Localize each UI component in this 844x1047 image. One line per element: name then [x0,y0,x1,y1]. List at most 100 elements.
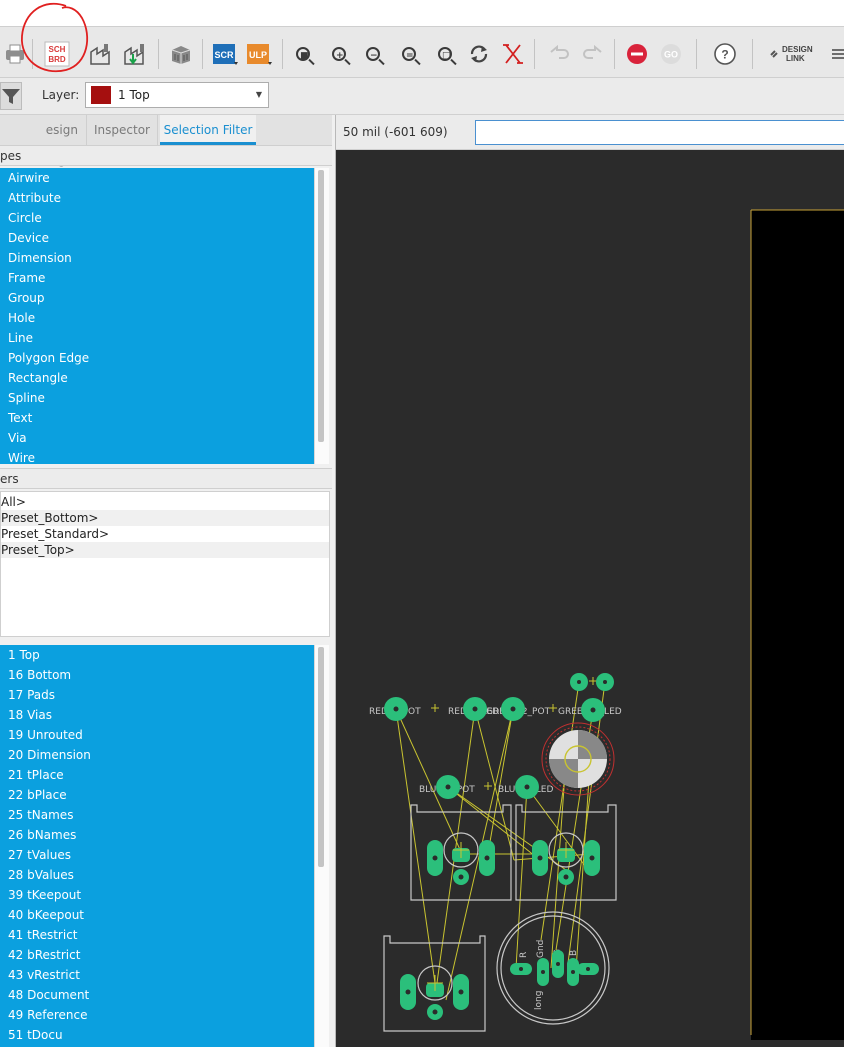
zoom-in-icon[interactable]: + [326,41,352,67]
print-icon[interactable] [2,41,28,67]
layer-toolbar: Layer: 1 Top ▼ [0,78,844,115]
redo-icon[interactable] [580,41,606,67]
layer-item-1-top[interactable]: 1 Top [8,645,40,665]
design-link-icon[interactable]: DESIGN LINK [768,41,820,67]
stop-icon[interactable] [624,41,650,67]
design-label: DESIGN [782,45,813,54]
main-toolbar: SCH BRD SCR ULP ■ + − = □ GO ? DESIGN LI… [0,26,844,78]
command-input[interactable] [475,120,844,145]
script-icon[interactable]: SCR [212,41,238,67]
layer-item-21-tplace[interactable]: 21 tPlace [8,765,64,785]
tab-inspector[interactable]: Inspector [86,115,158,145]
panel-tabs: esign Manager Inspector Selection Filter [0,115,332,167]
layer-item-41-trestrict[interactable]: 41 tRestrict [8,925,78,945]
filter-item-all[interactable]: All> [1,494,329,510]
label-b: B [569,950,579,956]
type-item-group[interactable]: Group [8,288,45,308]
type-item-circle[interactable]: Circle [8,208,42,228]
filter-icon [2,89,20,104]
tab-selection-filter[interactable]: Selection Filter [160,115,256,145]
label-r: R [519,952,529,958]
cam-processor-icon[interactable] [88,41,114,67]
sch-brd-switch-icon[interactable]: SCH BRD [44,41,70,67]
filter-item-preset-standard[interactable]: Preset_Standard> [1,526,329,542]
types-header-label: pes [0,149,22,163]
layer-item-51-tdocu[interactable]: 51 tDocu [8,1025,63,1045]
type-item-dimension[interactable]: Dimension [8,248,72,268]
label-gnd: Gnd [536,940,546,958]
board-canvas[interactable]: RED_2_POT RED_1_LED GREEN_2_POT GREEN_1_… [336,150,844,1047]
zoom-redraw-icon[interactable]: = [396,41,422,67]
types-header[interactable]: pes [0,145,332,166]
help-icon[interactable]: ? [712,41,738,67]
layer-label: Layer: [42,88,80,102]
layer-color-swatch [91,86,111,104]
grid-coordinate-readout: 50 mil (-601 609) [343,125,448,139]
types-scrollbar[interactable] [314,168,329,464]
label-long: long [534,991,544,1010]
layer-item-42-brestrict[interactable]: 42 bRestrict [8,945,80,965]
type-item-wire[interactable]: Wire [8,448,35,464]
chevron-down-icon: ▼ [255,90,262,99]
tab-design-manager[interactable]: esign Manager [0,115,84,167]
type-item-device[interactable]: Device [8,228,49,248]
filter-item-preset-top[interactable]: Preset_Top> [1,542,329,558]
type-item-attribute[interactable]: Attribute [8,188,61,208]
types-list: Airwire Attribute Circle Device Dimensio… [0,168,314,464]
layer-item-20-dimension[interactable]: 20 Dimension [8,745,91,765]
undo-icon[interactable] [546,41,572,67]
layer-select-value: 1 Top [118,88,150,102]
layers-scroll-thumb[interactable] [318,647,324,867]
manufacturing-icon[interactable] [122,41,148,67]
type-item-spline[interactable]: Spline [8,388,45,408]
filters-header[interactable]: ers [0,468,332,489]
layer-select[interactable]: 1 Top ▼ [85,82,269,108]
scr-label: SCR [214,50,234,60]
type-item-hole[interactable]: Hole [8,308,35,328]
layer-item-19-unrouted[interactable]: 19 Unrouted [8,725,83,745]
layer-item-39-tkeepout[interactable]: 39 tKeepout [8,885,81,905]
layer-item-26-bnames[interactable]: 26 bNames [8,825,76,845]
filter-button[interactable] [0,82,22,110]
sch-label: SCH [49,45,66,54]
zoom-fit-icon[interactable]: ■ [290,41,316,67]
layer-item-25-tnames[interactable]: 25 tNames [8,805,73,825]
layer-item-43-vrestrict[interactable]: 43 vRestrict [8,965,80,985]
zoom-out-icon[interactable]: − [360,41,386,67]
board-area [751,210,844,1040]
filters-list: All> Preset_Bottom> Preset_Standard> Pre… [0,491,330,637]
go-icon[interactable]: GO [658,41,684,67]
3d-package-icon[interactable] [168,41,194,67]
rgb-led-footprint [541,722,615,796]
layer-item-17-pads[interactable]: 17 Pads [8,685,55,705]
window-title-strip [0,0,844,26]
filter-item-preset-bottom[interactable]: Preset_Bottom> [1,510,329,526]
refresh-icon[interactable] [466,41,492,67]
layer-item-27-tvalues[interactable]: 27 tValues [8,845,71,865]
type-item-line[interactable]: Line [8,328,33,348]
types-scroll-thumb[interactable] [318,170,324,442]
type-item-via[interactable]: Via [8,428,27,448]
layer-item-48-document[interactable]: 48 Document [8,985,89,1005]
ratsnest-icon[interactable] [500,41,526,67]
layers-scrollbar[interactable] [314,645,329,1047]
ulp-icon[interactable]: ULP [246,41,272,67]
layer-item-16-bottom[interactable]: 16 Bottom [8,665,71,685]
layer-item-40-bkeepout[interactable]: 40 bKeepout [8,905,84,925]
layer-item-49-reference[interactable]: 49 Reference [8,1005,88,1025]
zoom-area-icon[interactable]: □ [432,41,458,67]
type-item-polygon-edge[interactable]: Polygon Edge [8,348,89,368]
layer-item-28-bvalues[interactable]: 28 bValues [8,865,74,885]
type-item-text[interactable]: Text [8,408,32,428]
type-item-rectangle[interactable]: Rectangle [8,368,68,388]
type-item-frame[interactable]: Frame [8,268,45,288]
layer-item-22-bplace[interactable]: 22 bPlace [8,785,67,805]
brd-label: BRD [48,55,66,64]
layers-list: 1 Top 16 Bottom 17 Pads 18 Vias 19 Unrou… [0,645,314,1047]
menu-icon[interactable] [830,41,844,67]
type-item-airwire[interactable]: Airwire [8,168,50,188]
layer-item-18-vias[interactable]: 18 Vias [8,705,52,725]
link-label: LINK [786,54,805,63]
command-bar: 50 mil (-601 609) [336,115,844,150]
control-panel: esign Manager Inspector Selection Filter… [0,115,336,1047]
